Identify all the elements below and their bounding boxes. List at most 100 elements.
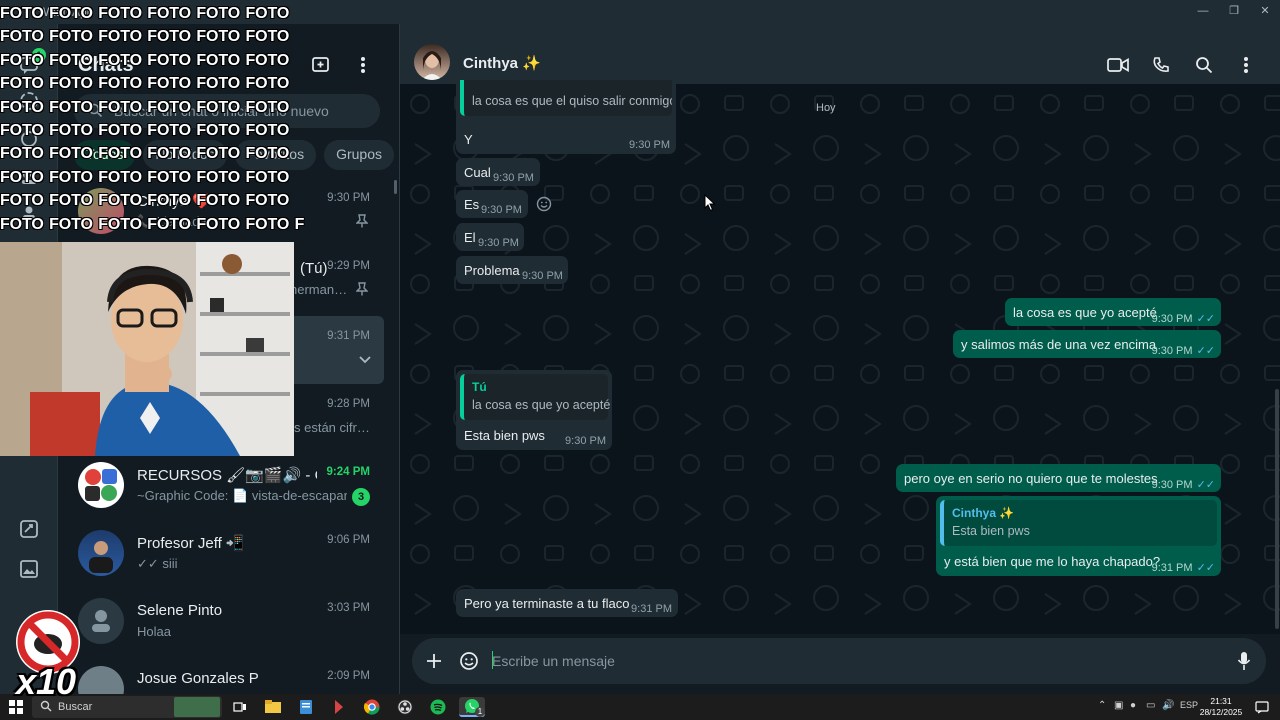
game-app-icon[interactable] xyxy=(329,697,349,717)
message-text: y salimos más de una vez encima xyxy=(961,337,1157,352)
message-bubble-outgoing[interactable]: pero oye en serio no quiero que te moles… xyxy=(896,464,1221,492)
spotify-icon[interactable] xyxy=(428,697,448,717)
media-gallery-icon[interactable] xyxy=(14,554,44,584)
message-bubble-incoming[interactable]: Pero ya terminaste a tu flaco 9:31 PM xyxy=(456,589,678,617)
menu-kebab-icon[interactable] xyxy=(350,52,376,78)
message-bubble-incoming[interactable]: Es 9:30 PM xyxy=(456,190,528,218)
microphone-tray-icon[interactable]: ● xyxy=(1130,700,1136,711)
chat-time: 9:30 PM xyxy=(327,192,370,204)
message-composer xyxy=(400,634,1280,694)
message-input[interactable] xyxy=(492,646,1212,676)
read-ticks-icon: ✓✓ xyxy=(1196,313,1215,325)
windows-taskbar: Buscar 1 ⌃ ▣ ● ▭ 🔊 ESP 21:31 28/12/2025 xyxy=(0,694,1280,720)
chat-item[interactable]: Profesor Jeff 📲 9:06 PM ✓✓ siii xyxy=(58,520,400,588)
tray-app-icon[interactable]: ▣ xyxy=(1114,700,1123,711)
message-time: 9:30 PM xyxy=(565,435,606,447)
date-separator: Hoy xyxy=(816,102,836,114)
voice-call-icon[interactable] xyxy=(1148,52,1174,78)
system-clock[interactable]: 21:31 28/12/2025 xyxy=(1196,696,1246,718)
search-icon[interactable] xyxy=(1191,52,1217,78)
clock-date: 28/12/2025 xyxy=(1199,707,1243,717)
text-caret xyxy=(492,651,493,669)
read-ticks-icon: ✓✓ xyxy=(1196,345,1215,357)
avatar xyxy=(78,462,124,508)
message-text: Esta bien pws xyxy=(464,428,545,443)
quoted-author: Cinthya ✨ xyxy=(952,506,1015,520)
message-time: 9:30 PM xyxy=(629,139,670,151)
mouse-cursor-icon xyxy=(704,194,716,212)
read-ticks-icon: ✓✓ xyxy=(1196,479,1215,491)
message-bubble-incoming[interactable]: la cosa es que el quiso salir conmigo Y … xyxy=(456,80,676,154)
message-time: 9:30 PM ✓✓ xyxy=(1151,313,1215,325)
message-text: Problema xyxy=(464,263,520,278)
contact-avatar[interactable] xyxy=(414,44,450,80)
attach-plus-icon[interactable] xyxy=(422,649,446,673)
pin-icon xyxy=(355,214,369,233)
chat-time: 9:31 PM xyxy=(327,330,370,342)
composer-box xyxy=(412,638,1266,684)
message-time: 9:30 PM xyxy=(493,172,534,184)
network-icon[interactable]: ▭ xyxy=(1146,700,1155,711)
foto-text-overlay: FOTO FOTO FOTO FOTO FOTO FOTO FOTO FOTO … xyxy=(0,5,305,233)
chat-item[interactable]: Josue Gonzales P 2:09 PM xyxy=(58,656,400,694)
close-icon[interactable]: ✕ xyxy=(1248,0,1280,24)
chat-name: Josue Gonzales P xyxy=(137,670,259,687)
microphone-icon[interactable] xyxy=(1232,649,1256,673)
quoted-message[interactable]: la cosa es que el quiso salir conmigo xyxy=(460,80,672,116)
video-call-icon[interactable] xyxy=(1105,52,1131,78)
chat-name: RECURSOS 🖌📷🎬🔊 - Gr… xyxy=(137,467,317,484)
read-ticks-icon: ✓✓ xyxy=(1196,562,1215,574)
volume-icon[interactable]: 🔊 xyxy=(1162,700,1174,711)
message-bubble-incoming[interactable]: El 9:30 PM xyxy=(456,223,524,251)
conversation-scrollbar[interactable] xyxy=(1275,389,1279,629)
chat-time: 9:29 PM xyxy=(327,260,370,272)
sticker-emoji-icon[interactable] xyxy=(457,649,481,673)
starred-messages-icon[interactable] xyxy=(14,514,44,544)
notes-app-icon[interactable] xyxy=(296,697,316,717)
pin-icon xyxy=(355,282,369,301)
message-bubble-incoming[interactable]: Problema 9:30 PM xyxy=(456,256,568,284)
chat-preview: Holaa xyxy=(137,624,171,639)
message-text: y está bien que me lo haya chapado? xyxy=(944,554,1161,569)
contact-name: Cinthya ✨ xyxy=(463,55,541,72)
new-chat-icon[interactable] xyxy=(308,52,334,78)
notifications-icon[interactable] xyxy=(1252,697,1272,717)
quoted-text: la cosa es que yo acepté xyxy=(472,398,611,412)
message-text: El xyxy=(464,230,476,245)
quoted-message[interactable]: Tú la cosa es que yo acepté xyxy=(460,374,611,420)
message-time: 9:31 PM ✓✓ xyxy=(1151,562,1215,574)
chat-preview: s están cifr… xyxy=(294,420,370,435)
conversation-header[interactable]: Cinthya ✨ xyxy=(400,24,1280,84)
chevron-down-icon[interactable] xyxy=(358,352,372,370)
obs-icon[interactable] xyxy=(395,697,415,717)
message-text: pero oye en serio no quiero que te moles… xyxy=(904,471,1158,486)
file-explorer-icon[interactable] xyxy=(263,697,283,717)
chat-time: 3:03 PM xyxy=(327,602,370,614)
tray-overflow-icon[interactable]: ⌃ xyxy=(1098,700,1106,711)
message-text: Y xyxy=(464,132,473,147)
chat-item[interactable]: Selene Pinto 3:03 PM Holaa xyxy=(58,588,400,656)
quoted-text: la cosa es que el quiso salir conmigo xyxy=(472,94,672,108)
chat-item[interactable]: RECURSOS 🖌📷🎬🔊 - Gr… 9:24 PM ~Graphic Cod… xyxy=(58,452,400,520)
message-bubble-outgoing[interactable]: la cosa es que yo acepté 9:30 PM ✓✓ xyxy=(1005,298,1221,326)
chat-time: 2:09 PM xyxy=(327,670,370,682)
react-emoji-icon[interactable] xyxy=(536,196,552,217)
maximize-icon[interactable]: ❐ xyxy=(1217,0,1251,24)
message-time: 9:30 PM ✓✓ xyxy=(1151,345,1215,357)
chrome-icon[interactable] xyxy=(362,697,382,717)
chip-grupos[interactable]: Grupos xyxy=(324,140,395,170)
taskbar-whatsapp-badge: 1 xyxy=(475,707,485,717)
message-bubble-outgoing[interactable]: Cinthya ✨ Esta bien pws y está bien que … xyxy=(936,496,1221,576)
whatsapp-taskbar-icon[interactable]: 1 xyxy=(459,697,485,717)
menu-kebab-icon[interactable] xyxy=(1233,52,1259,78)
message-bubble-outgoing[interactable]: y salimos más de una vez encima 9:30 PM ✓… xyxy=(953,330,1221,358)
quoted-message[interactable]: Cinthya ✨ Esta bien pws xyxy=(940,500,1217,546)
task-view-icon[interactable] xyxy=(230,697,250,717)
minimize-icon[interactable]: — xyxy=(1186,0,1220,24)
chat-preview: ✓✓ siii xyxy=(137,556,178,571)
message-bubble-incoming[interactable]: Tú la cosa es que yo acepté Esta bien pw… xyxy=(456,370,612,450)
message-bubble-incoming[interactable]: Cual 9:30 PM xyxy=(456,158,540,186)
message-text: Pero ya terminaste a tu flaco xyxy=(464,596,630,611)
app-window: WhatsApp — ❐ ✕ 1 Chats Buscar un chat o … xyxy=(0,0,1280,720)
chat-preview: herman… xyxy=(290,282,348,297)
